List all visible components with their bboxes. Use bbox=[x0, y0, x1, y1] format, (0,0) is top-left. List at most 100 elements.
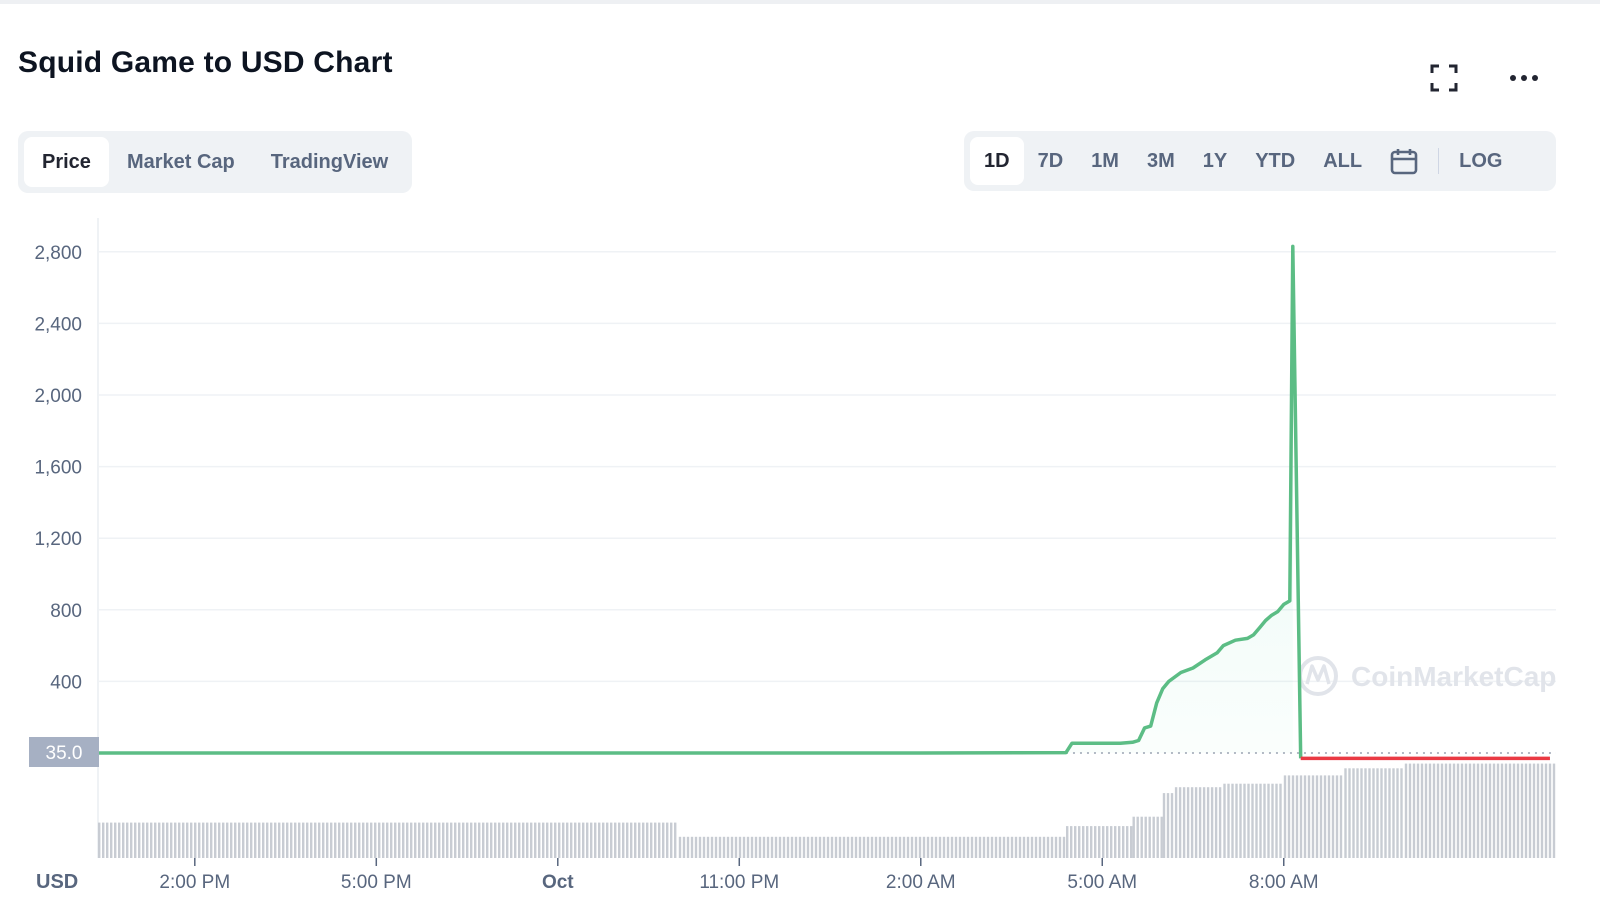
volume-bar bbox=[1090, 826, 1092, 858]
volume-bar bbox=[526, 823, 528, 858]
volume-bar bbox=[226, 823, 228, 858]
x-tick-label: 2:00 AM bbox=[886, 872, 956, 893]
volume-bar bbox=[683, 837, 685, 858]
volume-bar bbox=[727, 837, 729, 858]
volume-bar bbox=[1396, 768, 1398, 858]
volume-bar bbox=[1409, 764, 1411, 858]
volume-bar bbox=[1505, 764, 1507, 858]
volume-bar bbox=[426, 823, 428, 858]
volume-bar bbox=[670, 823, 672, 858]
volume-bar bbox=[935, 837, 937, 858]
volume-bar bbox=[1312, 775, 1314, 858]
volume-bar bbox=[1284, 775, 1286, 858]
volume-bar bbox=[1529, 764, 1531, 858]
volume-bar bbox=[1211, 787, 1213, 858]
volume-bar bbox=[947, 837, 949, 858]
volume-bar bbox=[1332, 775, 1334, 858]
volume-bar bbox=[803, 837, 805, 858]
volume-bar bbox=[799, 837, 801, 858]
volume-bar bbox=[691, 837, 693, 858]
volume-bar bbox=[915, 837, 917, 858]
volume-bar bbox=[478, 823, 480, 858]
volume-bar bbox=[1553, 764, 1555, 858]
volume-bar bbox=[442, 823, 444, 858]
volume-bar bbox=[378, 823, 380, 858]
volume-bar bbox=[1292, 775, 1294, 858]
volume-bar bbox=[606, 823, 608, 858]
volume-bar bbox=[1133, 817, 1135, 858]
price-chart: CoinMarketCap 4008001,2001,6002,0002,400… bbox=[0, 0, 1600, 897]
volume-bar bbox=[1011, 837, 1013, 858]
volume-bar bbox=[382, 823, 384, 858]
volume-bar bbox=[146, 823, 148, 858]
volume-bar bbox=[398, 823, 400, 858]
volume-bar bbox=[1051, 837, 1053, 858]
volume-bar bbox=[202, 823, 204, 858]
volume-bar bbox=[1517, 764, 1519, 858]
volume-bar bbox=[350, 823, 352, 858]
volume-bar bbox=[1195, 787, 1197, 858]
volume-bar bbox=[282, 823, 284, 858]
volume-bar bbox=[1023, 837, 1025, 858]
volume-bar bbox=[1348, 768, 1350, 858]
volume-bar bbox=[831, 837, 833, 858]
volume-bar bbox=[1086, 826, 1088, 858]
volume-bar bbox=[454, 823, 456, 858]
volume-bar bbox=[582, 823, 584, 858]
y-tick-label: 2,400 bbox=[34, 314, 82, 335]
volume-bars bbox=[98, 764, 1555, 858]
volume-bar bbox=[434, 823, 436, 858]
volume-bar bbox=[402, 823, 404, 858]
volume-bar bbox=[134, 823, 136, 858]
volume-bar bbox=[166, 823, 168, 858]
volume-bar bbox=[707, 837, 709, 858]
volume-bar bbox=[1400, 768, 1402, 858]
volume-bar bbox=[1161, 817, 1163, 858]
volume-bar bbox=[510, 823, 512, 858]
volume-bar bbox=[907, 837, 909, 858]
volume-bar bbox=[622, 823, 624, 858]
volume-bar bbox=[638, 823, 640, 858]
volume-bar bbox=[158, 823, 160, 858]
volume-bar bbox=[1235, 784, 1237, 858]
y-axis-ticks: 4008001,2001,6002,0002,4002,800 bbox=[34, 243, 82, 694]
watermark: CoinMarketCap bbox=[1300, 658, 1556, 694]
volume-bar bbox=[1328, 775, 1330, 858]
volume-bar bbox=[658, 823, 660, 858]
y-tick-label: 400 bbox=[50, 672, 82, 693]
volume-bar bbox=[1145, 817, 1147, 858]
volume-bar bbox=[538, 823, 540, 858]
volume-bar bbox=[1102, 826, 1104, 858]
volume-bar bbox=[987, 837, 989, 858]
volume-bar bbox=[118, 823, 120, 858]
volume-bar bbox=[390, 823, 392, 858]
volume-bar bbox=[979, 837, 981, 858]
volume-bar bbox=[1344, 768, 1346, 858]
volume-bar bbox=[422, 823, 424, 858]
volume-bar bbox=[1259, 784, 1261, 858]
volume-bar bbox=[839, 837, 841, 858]
volume-bar bbox=[1485, 764, 1487, 858]
volume-bar bbox=[967, 837, 969, 858]
volume-bar bbox=[1493, 764, 1495, 858]
volume-bar bbox=[446, 823, 448, 858]
volume-bar bbox=[1417, 764, 1419, 858]
volume-bar bbox=[1441, 764, 1443, 858]
volume-bar bbox=[1429, 764, 1431, 858]
volume-bar bbox=[719, 837, 721, 858]
volume-bar bbox=[879, 837, 881, 858]
volume-bar bbox=[1063, 837, 1065, 858]
volume-bar bbox=[610, 823, 612, 858]
volume-bar bbox=[470, 823, 472, 858]
volume-bar bbox=[574, 823, 576, 858]
volume-bar bbox=[827, 837, 829, 858]
volume-bar bbox=[1171, 793, 1173, 858]
volume-bar bbox=[1477, 764, 1479, 858]
volume-bar bbox=[1251, 784, 1253, 858]
volume-bar bbox=[891, 837, 893, 858]
volume-bar bbox=[1421, 764, 1423, 858]
volume-bar bbox=[995, 837, 997, 858]
volume-bar bbox=[586, 823, 588, 858]
volume-bar bbox=[1267, 784, 1269, 858]
volume-bar bbox=[1549, 764, 1551, 858]
